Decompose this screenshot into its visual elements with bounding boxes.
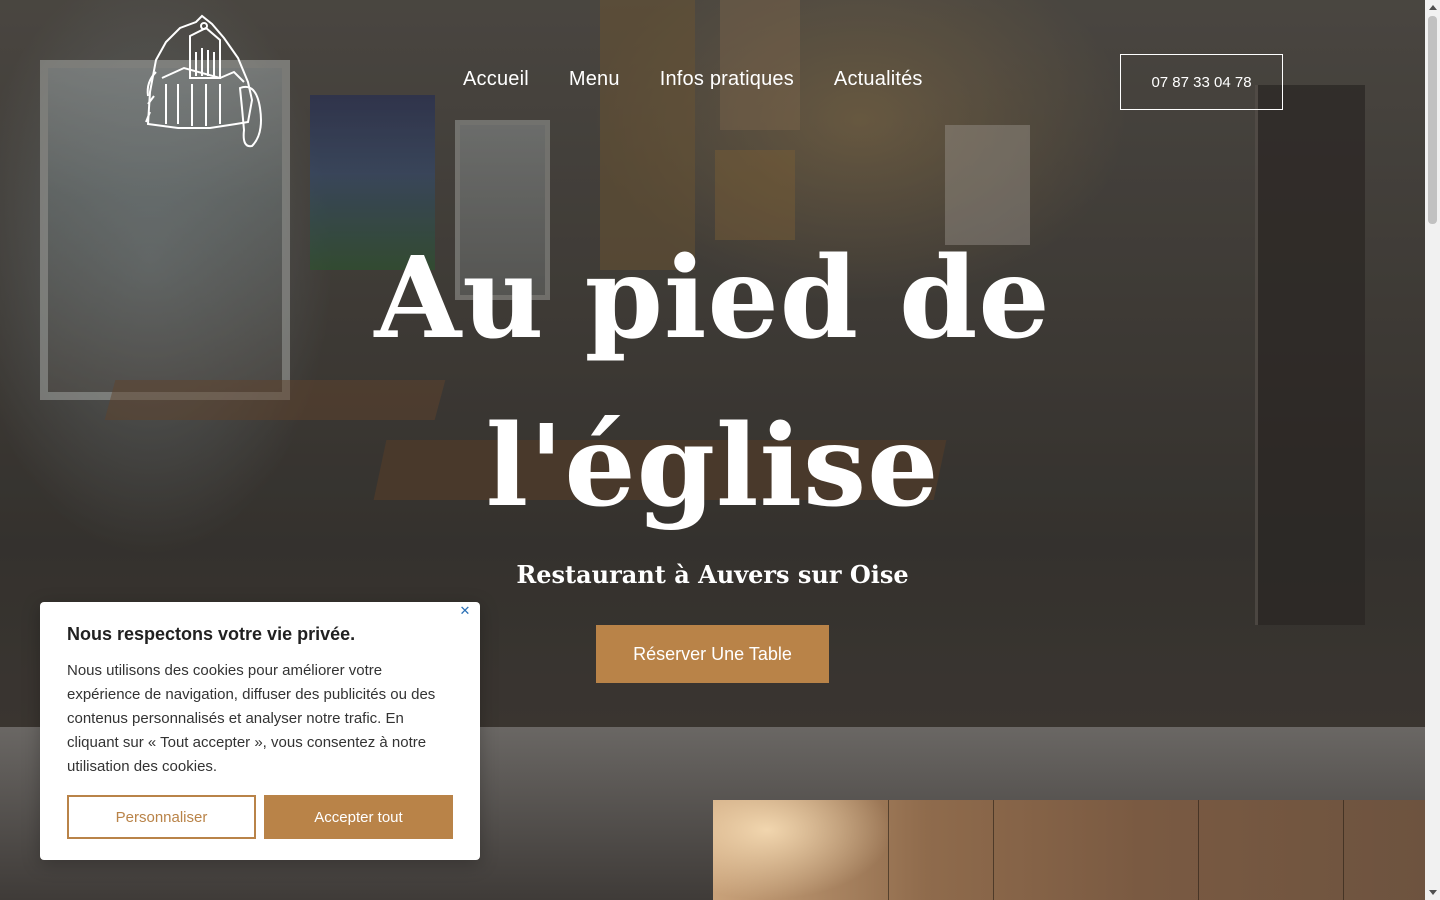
nav-infos-pratiques[interactable]: Infos pratiques <box>660 68 794 91</box>
nav-menu[interactable]: Menu <box>569 68 620 91</box>
cookie-actions: Personnaliser Accepter tout <box>67 795 453 839</box>
hero-title-line1: Au pied de <box>374 233 1051 364</box>
church-logo[interactable] <box>144 12 268 150</box>
kitchen-photo <box>713 800 1425 900</box>
accept-all-button[interactable]: Accepter tout <box>264 795 453 839</box>
cookie-title: Nous respectons votre vie privée. <box>67 624 356 644</box>
scroll-down-icon[interactable] <box>1429 890 1437 895</box>
phone-button[interactable]: 07 87 33 04 78 <box>1120 54 1283 110</box>
cookie-text: Nous utilisons des cookies pour améliore… <box>67 662 436 775</box>
reserve-table-button[interactable]: Réserver Une Table <box>596 625 829 683</box>
page-scrollbar[interactable] <box>1425 0 1440 900</box>
hero-title: Au pied de l'église <box>330 215 1095 551</box>
hero-title-line2: l'église <box>485 401 940 532</box>
tile-line <box>993 800 994 900</box>
hero-subtitle: Restaurant à Auvers sur Oise <box>516 560 909 589</box>
scroll-up-icon[interactable] <box>1429 5 1437 10</box>
nav-accueil[interactable]: Accueil <box>463 68 529 91</box>
close-icon[interactable]: ✕ <box>458 605 472 619</box>
tile-line <box>888 800 889 900</box>
tile-line <box>1343 800 1344 900</box>
nav-actualites[interactable]: Actualités <box>834 68 923 91</box>
scrollbar-thumb[interactable] <box>1428 16 1437 224</box>
cookie-banner: ✕ Nous respectons votre vie privée. Nous… <box>40 602 480 860</box>
light-glow <box>713 800 893 900</box>
tile-line <box>1198 800 1199 900</box>
main-nav: Accueil Menu Infos pratiques Actualités <box>463 68 923 91</box>
customize-button[interactable]: Personnaliser <box>67 795 256 839</box>
